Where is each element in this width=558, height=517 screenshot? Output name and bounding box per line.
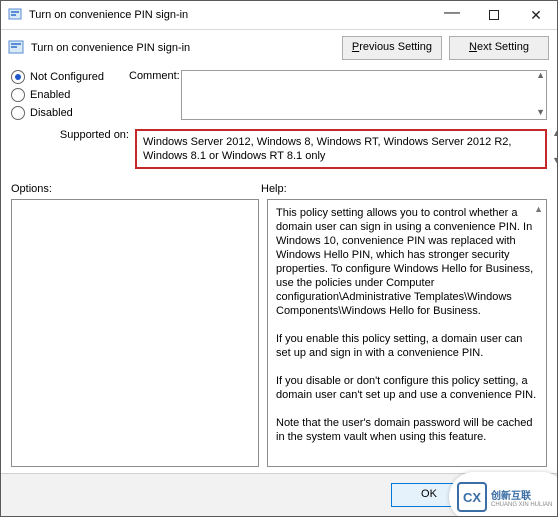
- nav-buttons: Previous Setting Next Setting: [338, 36, 549, 60]
- radio-label: Not Configured: [30, 71, 104, 83]
- chevron-up-icon[interactable]: ▲: [534, 202, 543, 216]
- watermark-badge: CX 创新互联 CHUANG XIN HULIAN: [449, 472, 558, 517]
- chevron-down-icon[interactable]: ▼: [552, 156, 558, 165]
- header-row: Turn on convenience PIN sign-in Previous…: [1, 30, 557, 70]
- header-title: Turn on convenience PIN sign-in: [31, 42, 190, 54]
- close-button[interactable]: ✕: [515, 1, 557, 29]
- chevron-up-icon[interactable]: ▲: [552, 129, 558, 138]
- supported-on-text: Windows Server 2012, Windows 8, Windows …: [135, 129, 547, 169]
- watermark-sub: CHUANG XIN HULIAN: [491, 502, 552, 508]
- next-setting-button[interactable]: Next Setting: [449, 36, 549, 60]
- titlebar-left: Turn on convenience PIN sign-in: [1, 7, 188, 23]
- radio-label: Enabled: [30, 89, 70, 101]
- watermark-brand: 创新互联: [491, 487, 552, 502]
- previous-setting-button[interactable]: Previous Setting: [342, 36, 442, 60]
- app-icon: [7, 7, 23, 23]
- comment-scrollbar: ▲ ▼: [536, 71, 545, 117]
- radio-disabled[interactable]: Disabled: [11, 106, 129, 120]
- comment-label: Comment:: [129, 70, 181, 82]
- comment-textarea[interactable]: [181, 70, 547, 120]
- panel-labels: Options: Help:: [1, 175, 557, 199]
- titlebar-buttons: ― ✕: [431, 1, 557, 29]
- radio-icon: [11, 106, 25, 120]
- watermark-icon: CX: [457, 482, 487, 512]
- radio-icon: [11, 88, 25, 102]
- options-panel: [11, 199, 259, 467]
- radio-icon: [11, 70, 25, 84]
- help-label: Help:: [261, 183, 287, 195]
- radio-label: Disabled: [30, 107, 73, 119]
- options-label: Options:: [11, 183, 261, 195]
- radio-not-configured[interactable]: Not Configured: [11, 70, 129, 84]
- supported-on-label: Supported on:: [11, 129, 135, 141]
- header-left: Turn on convenience PIN sign-in: [7, 39, 190, 57]
- chevron-down-icon[interactable]: ▼: [536, 108, 545, 117]
- help-text: This policy setting allows you to contro…: [276, 206, 538, 444]
- policy-icon: [7, 39, 25, 57]
- radio-enabled[interactable]: Enabled: [11, 88, 129, 102]
- dialog-window: Turn on convenience PIN sign-in ― ✕ Turn…: [0, 0, 558, 517]
- policy-state-group: Not Configured Enabled Disabled: [11, 70, 129, 120]
- chevron-up-icon[interactable]: ▲: [536, 71, 545, 80]
- panels: ▲ This policy setting allows you to cont…: [1, 199, 557, 467]
- supported-scrollbar: ▲ ▼: [552, 129, 558, 165]
- minimize-button[interactable]: ―: [431, 0, 473, 29]
- maximize-button[interactable]: [473, 1, 515, 29]
- window-title: Turn on convenience PIN sign-in: [29, 9, 188, 21]
- help-panel: ▲ This policy setting allows you to cont…: [267, 199, 547, 467]
- titlebar: Turn on convenience PIN sign-in ― ✕: [1, 1, 557, 30]
- content-area: Not Configured Enabled Disabled Comment:…: [1, 70, 557, 169]
